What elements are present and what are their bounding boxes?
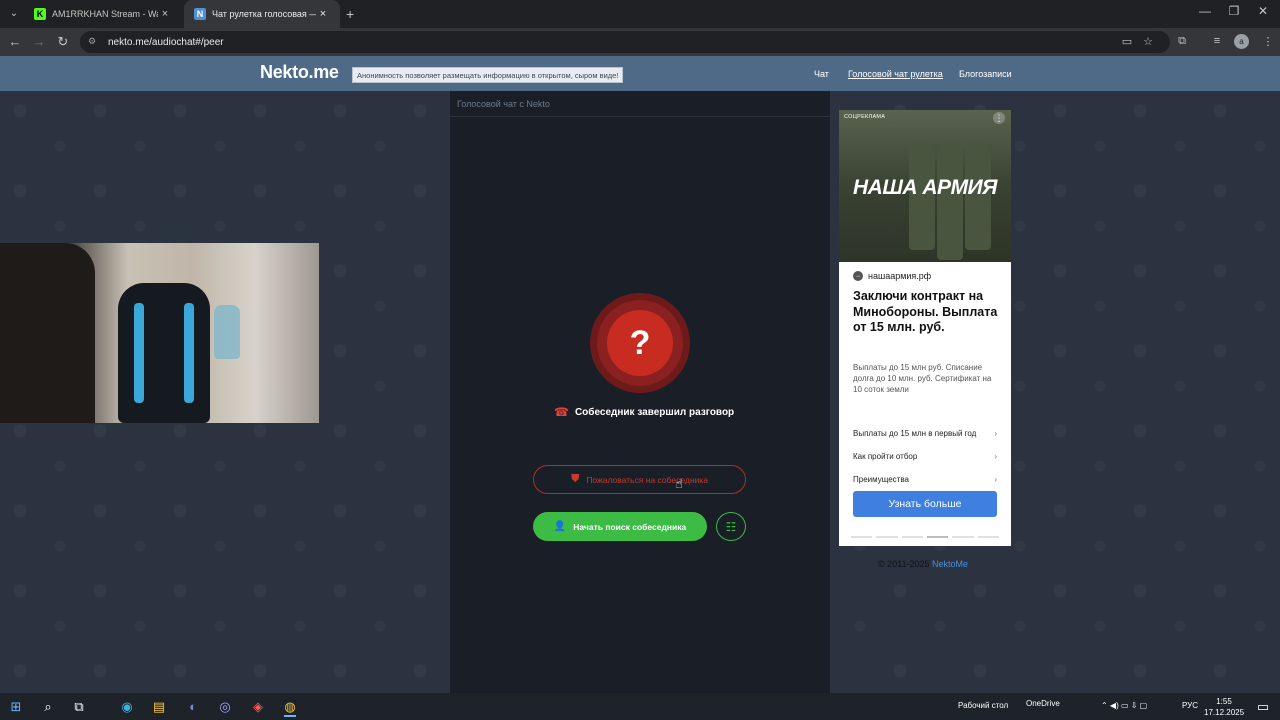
call-ended-text: Собеседник завершил разговор [574, 406, 735, 418]
gaming-chair [118, 283, 210, 423]
kick-favicon-icon: K [34, 8, 46, 20]
chevron-right-icon: › [994, 475, 997, 484]
restore-icon[interactable]: ❐ [1219, 4, 1249, 18]
ad-banner[interactable]: СОЦРЕКЛАМА ⋮ НАША АРМИЯ → нашаармия.рф З… [839, 110, 1011, 546]
close-icon[interactable]: × [316, 8, 330, 20]
onedrive-label[interactable]: OneDrive [1026, 699, 1060, 708]
desktop-label[interactable]: Рабочий стол [958, 701, 1008, 710]
profile-avatar[interactable]: a [1234, 34, 1249, 49]
app-icon[interactable]: ◈ [247, 696, 269, 717]
ad-brand: НАША АРМИЯ [853, 176, 997, 199]
tab-search-icon[interactable]: ⌄ [6, 5, 22, 21]
ad-cta-button[interactable]: Узнать больше [853, 491, 997, 517]
webcam-overlay [0, 243, 319, 423]
reload-icon[interactable]: ↻ [55, 34, 71, 50]
nekto-favicon-icon: N [194, 8, 206, 20]
ad-more-icon[interactable]: ⋮ [993, 112, 1005, 124]
clock[interactable]: 1:55 17.12.2025 [1204, 696, 1244, 718]
url-text: nekto.me/audiochat#/peer [108, 36, 224, 48]
browser-toolbar: ← → ↻ ⚙ nekto.me/audiochat#/peer ▭ ☆ ⧉ ≡… [0, 28, 1280, 56]
reading-list-icon[interactable]: ≡ [1210, 35, 1224, 47]
minimize-icon[interactable]: — [1190, 4, 1220, 18]
language-indicator[interactable]: РУС [1182, 701, 1198, 710]
start-search-label: Начать поиск собеседника [573, 521, 687, 532]
ad-image[interactable]: СОЦРЕКЛАМА ⋮ НАША АРМИЯ [839, 110, 1011, 262]
file-explorer-icon[interactable]: ▤ [148, 696, 170, 717]
tab-title: Чат рулетка голосовая — Nek [212, 9, 316, 19]
taskbar: ⊞ ⌕ ⧉ ◉ ▤ ◐ ◎ ◈ ◍ Рабочий стол OneDrive … [0, 693, 1280, 720]
extensions-icon[interactable]: ⧉ [1175, 35, 1189, 48]
report-button[interactable]: ⛊ Пожаловаться на собеседника [533, 465, 746, 494]
nav-chat[interactable]: Чат [814, 69, 829, 79]
settings-sliders-icon[interactable]: ☷ [716, 512, 746, 541]
chrome-icon[interactable]: ◍ [279, 696, 301, 717]
windows-start-icon[interactable]: ⊞ [5, 696, 27, 717]
bookmark-star-icon[interactable]: ☆ [1141, 35, 1155, 48]
edge-icon[interactable]: ◉ [116, 696, 138, 717]
question-mark-icon: ? [607, 310, 673, 376]
page-body: Голосовой чат с Nekto ? ☎ Собеседник зав… [0, 91, 1280, 693]
notifications-icon[interactable]: ▭ [1252, 696, 1274, 717]
ad-description: Выплаты до 15 млн руб. Списание долга до… [853, 363, 992, 394]
ad-title[interactable]: Заключи контракт на Минобороны. Выплата … [853, 289, 1003, 336]
chat-header: Голосовой чат с Nekto [450, 91, 830, 117]
report-label: Пожаловаться на собеседника [586, 474, 708, 485]
ad-carousel-indicator [851, 536, 999, 538]
ad-domain[interactable]: → нашаармия.рф [853, 271, 931, 281]
tray-icons[interactable]: ⌃ ◀) ▭ ⇩ ▢ [1101, 701, 1147, 710]
browser-tabstrip: ⌄ K AM1RRKHAN Stream - Watch L × N Чат р… [0, 0, 1280, 28]
obs-icon[interactable]: ◎ [214, 696, 236, 717]
discord-icon[interactable]: ◐ [182, 696, 204, 717]
site-logo[interactable]: Nekto.me [260, 62, 339, 83]
start-search-button[interactable]: 👤 Начать поиск собеседника [533, 512, 707, 541]
footer-link[interactable]: NektoMe [932, 559, 968, 569]
search-icon[interactable]: ⌕ [37, 696, 59, 717]
back-icon[interactable]: ← [7, 34, 23, 49]
menu-icon[interactable]: ⋮ [1261, 35, 1275, 48]
tab-nekto[interactable]: N Чат рулетка голосовая — Nek × [184, 0, 340, 28]
call-ended-status: ☎ Собеседник завершил разговор [554, 405, 734, 419]
ad-link[interactable]: Выплаты до 15 млн в первый год › [853, 429, 997, 438]
arrow-right-icon: → [853, 271, 863, 281]
tab-title: AM1RRKHAN Stream - Watch L [52, 9, 158, 19]
address-bar[interactable]: ⚙ nekto.me/audiochat#/peer [80, 31, 1170, 53]
chevron-right-icon: › [994, 452, 997, 461]
site-notice: Анонимность позволяет размещать информац… [352, 67, 624, 83]
task-view-icon[interactable]: ⧉ [68, 696, 90, 717]
cast-icon[interactable]: ▭ [1120, 35, 1134, 48]
streamer-figure [0, 243, 95, 423]
shield-icon: ⛊ [571, 473, 580, 485]
user-search-icon: 👤 [553, 521, 567, 532]
nav-blog[interactable]: Блогозаписи [959, 69, 1012, 79]
status-indicator: ? [590, 293, 690, 393]
hangup-phone-icon: ☎ [554, 405, 569, 419]
tab-stream[interactable]: K AM1RRKHAN Stream - Watch L × [24, 0, 182, 28]
ad-label: СОЦРЕКЛАМА [844, 114, 886, 120]
window-close-icon[interactable]: ✕ [1248, 4, 1278, 18]
mouse-cursor-icon: ☝ [675, 476, 683, 491]
nav-voice-roulette[interactable]: Голосовой чат рулетка [848, 69, 943, 79]
copyright: © 2011-2025 NektoMe [878, 559, 969, 569]
new-tab-icon[interactable]: + [346, 6, 354, 22]
chat-panel: Голосовой чат с Nekto ? ☎ Собеседник зав… [450, 91, 830, 693]
forward-icon[interactable]: → [31, 34, 47, 49]
ad-link[interactable]: Как пройти отбор › [853, 452, 997, 461]
site-header: Nekto.me Анонимность позволяет размещать… [0, 56, 1280, 91]
ad-link[interactable]: Преимущества › [853, 475, 997, 484]
water-bottle [214, 305, 240, 359]
site-info-icon[interactable]: ⚙ [88, 36, 100, 48]
chevron-right-icon: › [994, 429, 997, 438]
close-icon[interactable]: × [158, 8, 172, 20]
